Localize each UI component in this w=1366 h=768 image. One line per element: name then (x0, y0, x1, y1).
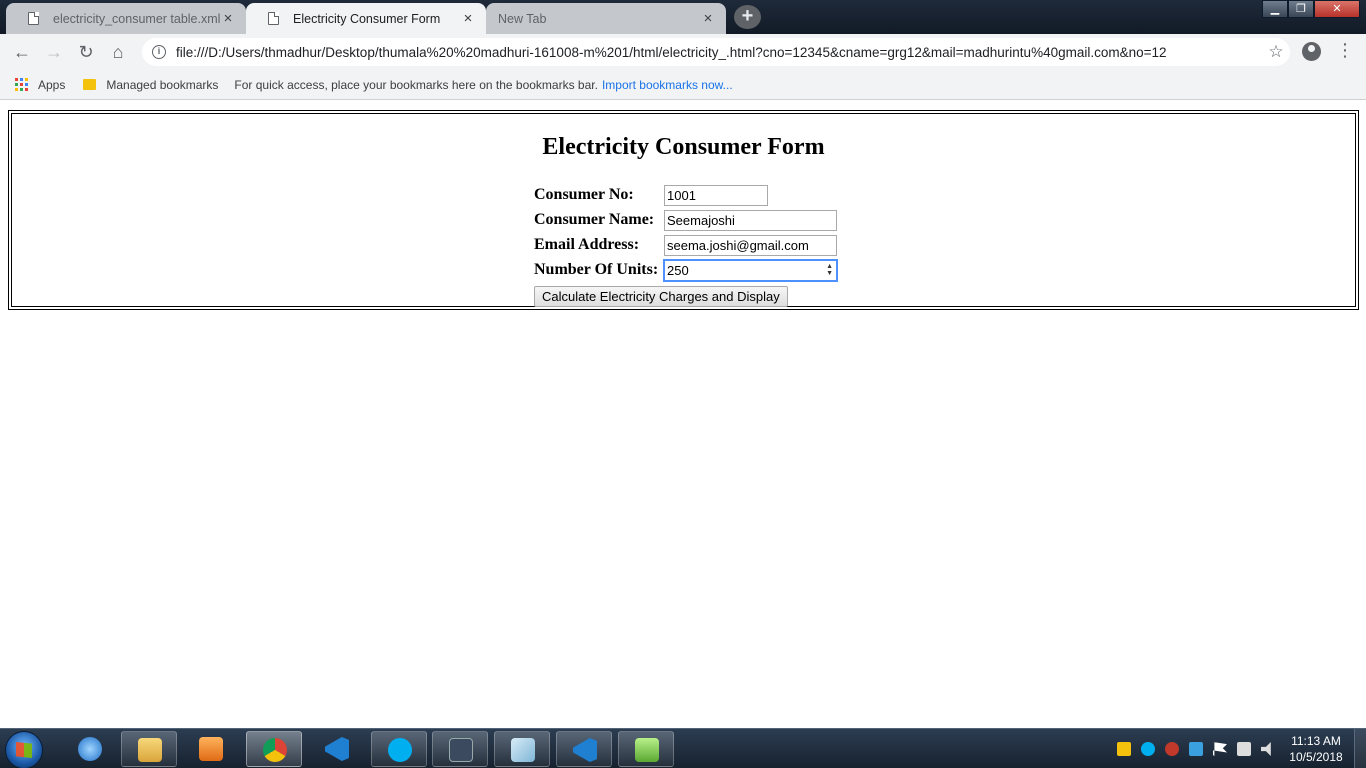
minimize-button[interactable]: ▁ (1262, 0, 1288, 18)
consumer-no-row: Consumer No: (534, 184, 768, 206)
clock-time: 11:13 AM (1291, 734, 1341, 748)
calculate-button[interactable]: Calculate Electricity Charges and Displa… (534, 286, 788, 307)
import-bookmarks-link[interactable]: Import bookmarks now... (602, 78, 733, 92)
close-window-button[interactable]: ✕ (1314, 0, 1360, 18)
form-cell: Electricity Consumer Form Consumer No: C… (11, 113, 1356, 307)
app-icon (511, 738, 535, 762)
vscode-icon (325, 737, 349, 761)
tab-close-icon[interactable]: × (700, 10, 716, 27)
consumer-no-input[interactable] (664, 184, 768, 206)
page-content: Electricity Consumer Form Consumer No: C… (0, 101, 1366, 728)
site-info-icon[interactable]: i (152, 45, 166, 59)
tab-electricity-consumer-form[interactable]: Electricity Consumer Form × (246, 3, 486, 34)
units-stepper[interactable] (663, 258, 838, 282)
media-player-icon (199, 737, 223, 761)
folder-icon (138, 738, 162, 762)
browser-toolbar: ← → ↻ ⌂ i file:///D:/Users/thmadhur/Desk… (0, 34, 1366, 70)
shield-icon[interactable] (1117, 742, 1131, 756)
units-row: Number Of Units: ▲▼ (534, 258, 838, 282)
taskbar-file-explorer[interactable] (121, 731, 177, 767)
taskbar-sql-plus[interactable] (432, 731, 488, 767)
taskbar-notepad-plus[interactable] (618, 731, 674, 767)
units-label: Number Of Units: (534, 261, 659, 278)
tab-title: New Tab (498, 11, 547, 26)
restore-button[interactable]: ❐ (1288, 0, 1314, 18)
tab-title: Electricity Consumer Form (293, 11, 441, 26)
network-icon[interactable] (1237, 742, 1251, 756)
window-controls: ▁ ❐ ✕ (1262, 0, 1360, 18)
browser-menu-icon[interactable]: ⋮ (1336, 40, 1354, 60)
skype-tray-icon[interactable] (1141, 742, 1155, 756)
internet-explorer-icon (78, 737, 102, 761)
page-icon (268, 12, 279, 25)
notepad-plus-icon (635, 738, 659, 762)
taskbar-clock[interactable]: 11:13 AM 10/5/2018 (1286, 733, 1346, 765)
tab-close-icon[interactable]: × (220, 10, 236, 27)
page-icon (28, 12, 39, 25)
units-stepper-wrap: ▲▼ (663, 258, 838, 282)
system-tray (1112, 729, 1280, 768)
clock-date: 10/5/2018 (1289, 750, 1343, 764)
consumer-name-row: Consumer Name: (534, 209, 837, 231)
skype-icon (388, 738, 412, 762)
tab-electricity-consumer-table[interactable]: electricity_consumer table.xml × (6, 3, 246, 34)
bookmark-star-icon[interactable]: ☆ (1262, 42, 1290, 62)
spinner-arrows-icon[interactable]: ▲ ▼ (826, 263, 833, 277)
browser-tab-strip: electricity_consumer table.xml × New Tab… (0, 0, 1366, 34)
consumer-name-label: Consumer Name: (534, 211, 655, 228)
tab-new-tab[interactable]: New Tab × (486, 3, 726, 34)
folder-icon (83, 79, 97, 90)
profile-avatar-icon[interactable] (1302, 42, 1321, 61)
taskbar-app[interactable] (494, 731, 550, 767)
network-device-icon[interactable] (1189, 742, 1203, 756)
action-center-flag-icon[interactable] (1213, 742, 1227, 756)
taskbar-vscode[interactable] (309, 731, 365, 767)
taskbar-skype[interactable] (371, 731, 427, 767)
bookmarks-bar: Apps Managed bookmarks For quick access,… (0, 70, 1366, 100)
taskbar-media-player[interactable] (183, 731, 239, 767)
reload-icon[interactable]: ↻ (70, 36, 102, 68)
tab-title: electricity_consumer table.xml (53, 11, 220, 26)
forward-arrow-icon[interactable]: → (38, 36, 70, 68)
tab-close-icon[interactable]: × (460, 10, 476, 27)
volume-icon[interactable] (1261, 742, 1271, 756)
url-text[interactable]: file:///D:/Users/thmadhur/Desktop/thumal… (176, 45, 1262, 60)
apps-grid-icon[interactable] (15, 78, 28, 91)
consumer-name-input[interactable] (664, 209, 837, 231)
show-desktop-button[interactable] (1354, 729, 1366, 768)
email-row: Email Address: (534, 234, 837, 256)
taskbar-chrome[interactable] (246, 731, 302, 767)
managed-bookmarks-folder[interactable]: Managed bookmarks (106, 78, 218, 92)
new-tab-button[interactable]: + (734, 5, 761, 29)
vscode-icon (573, 738, 597, 762)
consumer-no-label: Consumer No: (534, 186, 634, 203)
sql-console-icon (449, 738, 473, 762)
page-title: Electricity Consumer Form (542, 134, 825, 160)
form-table: Electricity Consumer Form Consumer No: C… (8, 110, 1359, 310)
start-button[interactable] (5, 731, 43, 768)
email-label: Email Address: (534, 236, 640, 253)
taskbar-internet-explorer[interactable] (62, 731, 118, 767)
home-icon[interactable]: ⌂ (102, 36, 134, 68)
taskbar-vscode-2[interactable] (556, 731, 612, 767)
back-arrow-icon[interactable]: ← (6, 36, 38, 68)
bookmarks-hint: For quick access, place your bookmarks h… (234, 77, 598, 92)
address-bar[interactable]: i file:///D:/Users/thmadhur/Desktop/thum… (142, 38, 1290, 66)
email-field[interactable] (664, 234, 837, 256)
windows-taskbar: 11:13 AM 10/5/2018 (0, 728, 1366, 768)
apps-link[interactable]: Apps (38, 78, 65, 92)
antivirus-icon[interactable] (1165, 742, 1179, 756)
chrome-icon (263, 738, 287, 762)
